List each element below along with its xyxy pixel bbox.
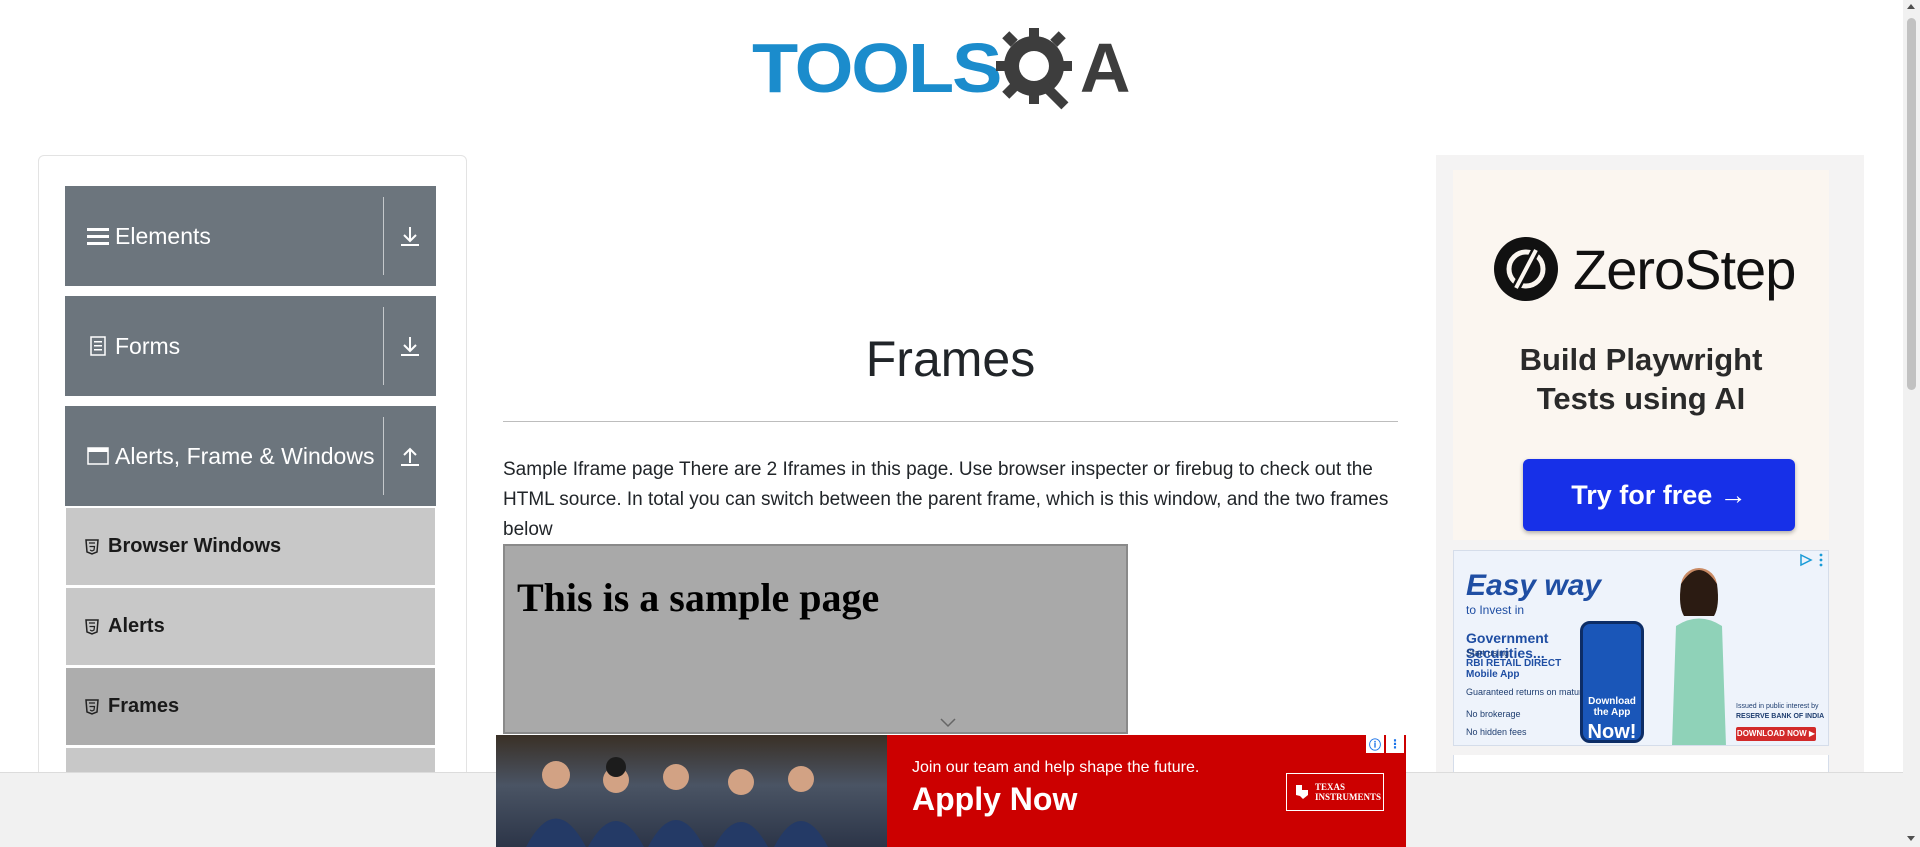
download-arrow-icon[interactable] [384,296,436,396]
rbi-title: Easy way [1466,569,1602,602]
more-options-icon[interactable]: ⋮ [1386,735,1404,753]
zerostep-brand: ZeroStep [1573,237,1796,301]
hamburger-icon [85,226,111,246]
zerostep-ad[interactable]: ZeroStep Build Playwright Tests using AI… [1453,170,1829,540]
left-sidebar: Elements Forms Alerts, Frame & Windows B… [38,155,467,795]
sidebar-item-label: Browser Windows [108,535,282,557]
zerostep-headline: Build Playwright Tests using AI [1453,340,1829,418]
zerostep-logo: ZeroStep [1493,236,1796,302]
sidebar-item-frames[interactable]: Frames [66,668,435,746]
team-photo [496,735,887,847]
title-divider [503,421,1398,422]
rbi-retail-direct-ad[interactable]: Easy way to Invest in Government Securit… [1453,550,1829,746]
apply-now-link[interactable]: Apply Now [912,781,1077,818]
scroll-up-arrow-icon[interactable] [1907,4,1915,9]
html5-icon [82,698,102,715]
top-ad-placeholder [520,165,1370,265]
try-for-free-button[interactable]: Try for free → [1523,459,1795,531]
vertical-scrollbar[interactable] [1903,0,1920,847]
rbi-app-name: RBI RETAIL DIRECT Mobile App [1466,658,1561,680]
ti-brand-1: TEXAS [1315,782,1346,792]
html5-icon [82,538,102,555]
rbi-bullet-1: Guaranteed returns on maturity [1466,687,1592,697]
sidebar-item-alerts[interactable]: Alerts [66,588,435,666]
page-title: Frames [865,331,1036,387]
logo-text: TOOLS [752,28,1002,107]
zerostep-headline-line1: Build Playwright [1519,342,1763,377]
adchoices-icon[interactable] [1798,553,1814,572]
rbi-download-button[interactable]: DOWNLOAD NOW ▶ [1736,727,1816,741]
info-icon[interactable]: ⓘ [1366,735,1384,753]
ti-wordmark: TEXAS INSTRUMENTS [1315,782,1381,802]
rbi-download-2: the App [1593,707,1631,718]
rbi-download-1: Download [1588,696,1636,707]
more-options-icon[interactable] [1818,553,1824,572]
sidebar-item-browser-windows[interactable]: Browser Windows [66,508,435,586]
rbi-issued: Issued in public interest by [1736,703,1819,710]
zerostep-headline-line2: Tests using AI [1536,381,1746,416]
rbi-bank-name: RESERVE BANK OF INDIA [1736,713,1825,720]
ad-badges [1798,553,1824,572]
sidebar-group-elements[interactable]: Elements [65,186,436,286]
download-arrow-icon[interactable] [384,186,436,286]
toolsqa-logo[interactable]: TOOLS A [752,20,1152,115]
sidebar-group-alerts-frame-windows[interactable]: Alerts, Frame & Windows [65,406,436,506]
rbi-subtitle-2: Government [1466,630,1549,646]
rbi-download-text: Download the App [1580,696,1644,718]
rbi-bullet-3: No hidden fees [1466,727,1527,737]
iframe-heading: This is a sample page [517,575,880,620]
sidebar-group-label: Forms [115,332,181,359]
rbi-bullet-2: No brokerage [1466,709,1521,719]
texas-state-icon [1296,785,1308,799]
banner-ad-controls: ⓘ ⋮ [1366,735,1404,753]
sidebar-item-label: Alerts [108,615,165,637]
right-ad-column: ZeroStep Build Playwright Tests using AI… [1436,155,1864,795]
page-description: Sample Iframe page There are 2 Iframes i… [503,459,1389,540]
woman-illustration [1672,568,1726,745]
sidebar-group-label: Alerts, Frame & Windows [115,442,375,469]
logo-suffix: A [1079,28,1131,107]
rbi-start-using: Start using [1466,648,1510,658]
ti-brand-2: INSTRUMENTS [1315,792,1382,802]
chevron-down-icon[interactable] [938,716,958,730]
sidebar-group-label: Elements [115,222,211,249]
html5-icon [82,618,102,635]
sample-iframe[interactable]: This is a sample page [503,544,1128,734]
page: TOOLS A Elements Forms Alerts, Frame & W… [0,0,1920,847]
document-icon [85,336,111,356]
rbi-app-name-2: Mobile App [1466,669,1520,680]
sidebar-item-label: Frames [108,695,180,717]
gear-magnifier-icon [990,20,1086,116]
zerostep-logo-icon [1494,237,1558,301]
banner-join-text: Join our team and help shape the future. [912,759,1200,776]
rbi-subtitle: to Invest in [1466,604,1524,617]
rbi-app-name-1: RBI RETAIL DIRECT [1466,658,1562,669]
window-icon [85,447,111,465]
rbi-subtitle-1: to Invest in [1466,603,1525,617]
rbi-now: Now! [1587,721,1637,743]
texas-instruments-logo: TEXAS INSTRUMENTS [1286,773,1384,811]
scroll-down-arrow-icon[interactable] [1907,836,1915,841]
scrollbar-thumb[interactable] [1907,18,1916,390]
sidebar-group-forms[interactable]: Forms [65,296,436,396]
texas-instruments-banner-ad[interactable]: Join our team and help shape the future.… [496,735,1406,847]
upload-arrow-icon[interactable] [384,406,436,506]
